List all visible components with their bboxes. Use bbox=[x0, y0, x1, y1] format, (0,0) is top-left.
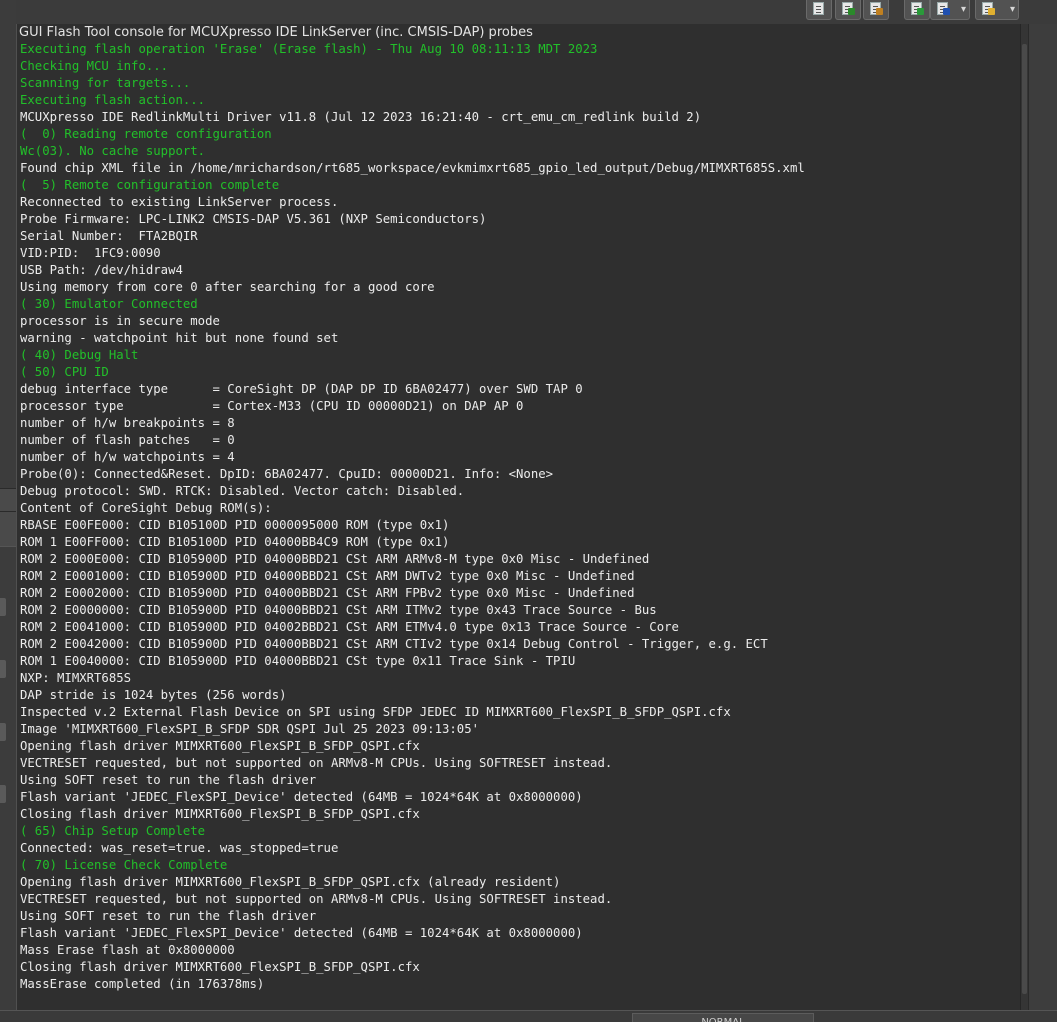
console-line: Image 'MIMXRT600_FlexSPI_B_SFDP SDR QSPI… bbox=[20, 722, 480, 736]
console-line: NXP: MIMXRT685S bbox=[20, 671, 132, 685]
console-toolbar: ▾ ▾ bbox=[16, 0, 1057, 24]
console-line: ROM 2 E0042000: CID B105900D PID 04000BB… bbox=[20, 637, 768, 651]
right-panel-edge bbox=[1028, 24, 1057, 1010]
console-line: number of h/w watchpoints = 4 bbox=[20, 450, 235, 464]
console-line: Content of CoreSight Debug ROM(s): bbox=[20, 501, 272, 515]
left-panel-handle[interactable] bbox=[0, 598, 6, 616]
console-output[interactable]: Executing flash operation 'Erase' (Erase… bbox=[20, 41, 805, 993]
console-line: Using memory from core 0 after searching… bbox=[20, 280, 435, 294]
left-panel-handle[interactable] bbox=[0, 723, 6, 741]
console-line: Reconnected to existing LinkServer proce… bbox=[20, 195, 339, 209]
console-line: warning - watchpoint hit but none found … bbox=[20, 331, 339, 345]
left-panel-tab[interactable] bbox=[0, 488, 16, 512]
console-line: Inspected v.2 External Flash Device on S… bbox=[20, 705, 731, 719]
console-line: ROM 1 E00FF000: CID B105100D PID 04000BB… bbox=[20, 535, 450, 549]
console-line: ROM 2 E0001000: CID B105900D PID 04000BB… bbox=[20, 569, 635, 583]
console-line: Found chip XML file in /home/mrichardson… bbox=[20, 161, 805, 175]
ide-window: ▾ ▾ GUI Flash Tool console for MCUXpress… bbox=[0, 0, 1057, 1022]
console-line: number of flash patches = 0 bbox=[20, 433, 235, 447]
console-line: Opening flash driver MIMXRT600_FlexSPI_B… bbox=[20, 875, 561, 889]
console-line: USB Path: /dev/hidraw4 bbox=[20, 263, 183, 277]
left-panel-edge bbox=[0, 0, 16, 1022]
console-line: Debug protocol: SWD. RTCK: Disabled. Vec… bbox=[20, 484, 465, 498]
pin-console-button[interactable]: ▾ bbox=[930, 0, 970, 20]
console-line: Using SOFT reset to run the flash driver bbox=[20, 909, 317, 923]
console-line: VECTRESET requested, but not supported o… bbox=[20, 892, 613, 906]
console-line: Executing flash action... bbox=[20, 93, 206, 107]
console-line: Probe(0): Connected&Reset. DpID: 6BA0247… bbox=[20, 467, 554, 481]
console-line: Checking MCU info... bbox=[20, 59, 169, 73]
console-line: ROM 2 E000E000: CID B105900D PID 04000BB… bbox=[20, 552, 650, 566]
display-mark bbox=[917, 8, 924, 15]
left-panel-handle[interactable] bbox=[0, 785, 6, 803]
toolbar-button-1[interactable] bbox=[806, 0, 832, 20]
pin-mark bbox=[943, 8, 950, 15]
console-line: Closing flash driver MIMXRT600_FlexSPI_B… bbox=[20, 960, 420, 974]
new-mark bbox=[988, 8, 995, 15]
console-line: Flash variant 'JEDEC_FlexSPI_Device' det… bbox=[20, 790, 583, 804]
status-bar bbox=[0, 1010, 1057, 1022]
console-line: VID:PID: 1FC9:0090 bbox=[20, 246, 161, 260]
console-line: ( 5) Remote configuration complete bbox=[20, 178, 280, 192]
console-line: ROM 2 E0000000: CID B105900D PID 04000BB… bbox=[20, 603, 657, 617]
status-mode-label: NORMAL bbox=[632, 1013, 814, 1022]
console-line: Probe Firmware: LPC-LINK2 CMSIS-DAP V5.3… bbox=[20, 212, 487, 226]
console-line: debug interface type = CoreSight DP (DAP… bbox=[20, 382, 583, 396]
console-line: ( 70) License Check Complete bbox=[20, 858, 228, 872]
console-title: GUI Flash Tool console for MCUXpresso ID… bbox=[19, 25, 533, 40]
console-line: Opening flash driver MIMXRT600_FlexSPI_B… bbox=[20, 739, 420, 753]
console-line: Wc(03). No cache support. bbox=[20, 144, 206, 158]
console-line: Executing flash operation 'Erase' (Erase… bbox=[20, 42, 598, 56]
console-line: Connected: was_reset=true. was_stopped=t… bbox=[20, 841, 339, 855]
scrollbar-thumb[interactable] bbox=[1022, 44, 1027, 994]
console-line: MCUXpresso IDE RedlinkMulti Driver v11.8… bbox=[20, 110, 702, 124]
document-lines-icon bbox=[813, 2, 824, 15]
console-line: ( 0) Reading remote configuration bbox=[20, 127, 272, 141]
edit-mark bbox=[876, 8, 883, 15]
console-line: RBASE E00FE000: CID B105100D PID 0000095… bbox=[20, 518, 450, 532]
console-line: ( 30) Emulator Connected bbox=[20, 297, 198, 311]
console-line: Flash variant 'JEDEC_FlexSPI_Device' det… bbox=[20, 926, 583, 940]
console-line: processor is in secure mode bbox=[20, 314, 220, 328]
console-line: Closing flash driver MIMXRT600_FlexSPI_B… bbox=[20, 807, 420, 821]
console-line: Mass Erase flash at 0x8000000 bbox=[20, 943, 235, 957]
display-console-button[interactable] bbox=[904, 0, 930, 20]
console-line: ( 40) Debug Halt bbox=[20, 348, 139, 362]
console-view[interactable]: GUI Flash Tool console for MCUXpresso ID… bbox=[16, 24, 1021, 1010]
console-line: number of h/w breakpoints = 8 bbox=[20, 416, 235, 430]
console-line: processor type = Cortex-M33 (CPU ID 0000… bbox=[20, 399, 524, 413]
chevron-down-icon[interactable]: ▾ bbox=[961, 5, 966, 15]
console-line: DAP stride is 1024 bytes (256 words) bbox=[20, 688, 287, 702]
console-line: VECTRESET requested, but not supported o… bbox=[20, 756, 613, 770]
console-line: ROM 2 E0041000: CID B105900D PID 04002BB… bbox=[20, 620, 679, 634]
console-line: Scanning for targets... bbox=[20, 76, 191, 90]
console-line: ( 50) CPU ID bbox=[20, 365, 109, 379]
console-line: ROM 2 E0002000: CID B105900D PID 04000BB… bbox=[20, 586, 635, 600]
console-line: MassErase completed (in 176378ms) bbox=[20, 977, 265, 991]
chevron-down-icon[interactable]: ▾ bbox=[1010, 5, 1015, 15]
chart-mark bbox=[848, 8, 855, 15]
left-panel-handle[interactable] bbox=[0, 660, 6, 678]
console-line: Serial Number: FTA2BQIR bbox=[20, 229, 198, 243]
console-line: ROM 1 E0040000: CID B105900D PID 04000BB… bbox=[20, 654, 576, 668]
toolbar-button-3[interactable] bbox=[863, 0, 889, 20]
console-line: Using SOFT reset to run the flash driver bbox=[20, 773, 317, 787]
toolbar-button-2[interactable] bbox=[835, 0, 861, 20]
new-console-button[interactable]: ▾ bbox=[975, 0, 1019, 20]
left-panel-tab[interactable] bbox=[0, 511, 16, 547]
console-line: ( 65) Chip Setup Complete bbox=[20, 824, 206, 838]
